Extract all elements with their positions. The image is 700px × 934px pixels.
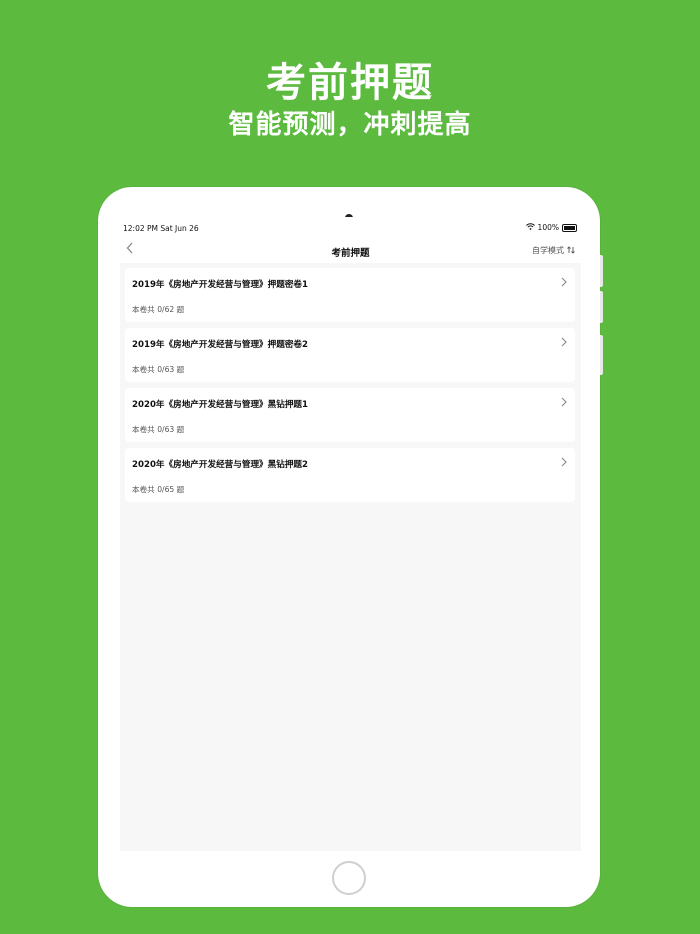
home-button[interactable] [332, 861, 366, 895]
mode-label: 自学模式 [532, 246, 564, 255]
status-right: 100% [525, 223, 577, 232]
chevron-right-icon [561, 457, 567, 469]
battery-icon [562, 223, 577, 232]
app-screen: 12:02 PM Sat Jun 26 100% 考前押题 自学模式 2019年… [120, 217, 581, 851]
side-button [600, 291, 603, 323]
paper-count: 本卷共 0/63 题 [132, 425, 185, 434]
list-item[interactable]: 2019年《房地产开发经营与管理》押题密卷1 本卷共 0/62 题 [125, 268, 575, 322]
paper-list: 2019年《房地产开发经营与管理》押题密卷1 本卷共 0/62 题 2019年《… [125, 268, 575, 508]
list-item[interactable]: 2020年《房地产开发经营与管理》黑钻押题2 本卷共 0/65 题 [125, 448, 575, 502]
paper-title: 2019年《房地产开发经营与管理》押题密卷1 [132, 280, 308, 290]
chevron-right-icon [561, 277, 567, 289]
battery-percent: 100% [537, 223, 559, 232]
side-button [600, 255, 603, 287]
mode-switch-button[interactable]: 自学模式 [532, 245, 575, 256]
list-item[interactable]: 2019年《房地产开发经营与管理》押题密卷2 本卷共 0/63 题 [125, 328, 575, 382]
paper-count: 本卷共 0/65 题 [132, 485, 185, 494]
status-bar: 12:02 PM Sat Jun 26 100% [120, 217, 581, 239]
chevron-right-icon [561, 397, 567, 409]
promo-title: 考前押题 [266, 60, 434, 106]
chevron-right-icon [561, 337, 567, 349]
side-button [600, 335, 603, 375]
status-time: 12:02 PM Sat Jun 26 [123, 224, 199, 233]
paper-title: 2019年《房地产开发经营与管理》押题密卷2 [132, 340, 308, 350]
page-title: 考前押题 [331, 248, 370, 259]
nav-bar: 考前押题 自学模式 [120, 239, 581, 263]
swap-icon [567, 245, 575, 256]
tablet-frame: 12:02 PM Sat Jun 26 100% 考前押题 自学模式 2019年… [98, 187, 603, 907]
paper-count: 本卷共 0/62 题 [132, 305, 185, 314]
list-item[interactable]: 2020年《房地产开发经营与管理》黑钻押题1 本卷共 0/63 题 [125, 388, 575, 442]
paper-title: 2020年《房地产开发经营与管理》黑钻押题1 [132, 400, 308, 410]
paper-count: 本卷共 0/63 题 [132, 365, 185, 374]
wifi-icon [525, 223, 535, 232]
promo-subtitle: 智能预测，冲刺提高 [228, 110, 472, 140]
paper-title: 2020年《房地产开发经营与管理》黑钻押题2 [132, 460, 308, 470]
